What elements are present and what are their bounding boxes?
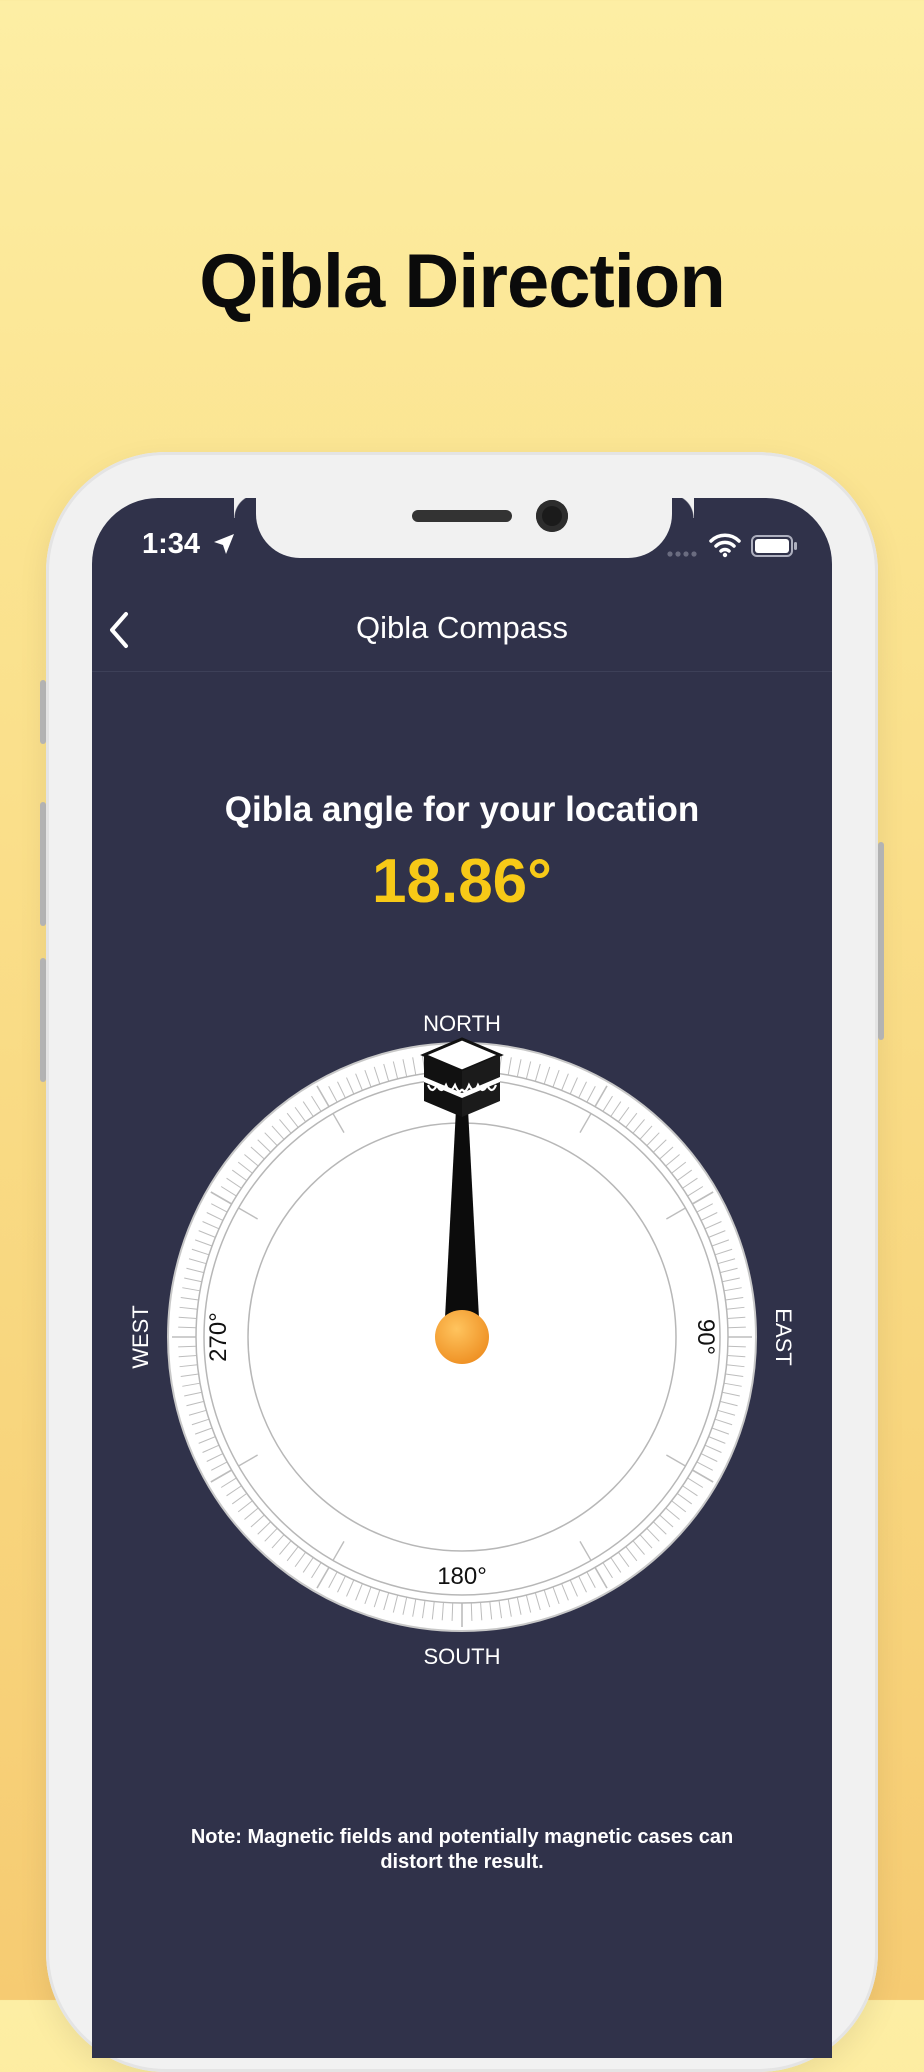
east-label: EAST [771, 1308, 796, 1365]
qibla-compass: NORTH SOUTH EAST WEST 0 90° 180° 270° [128, 1011, 796, 1669]
battery-icon [751, 535, 797, 557]
compass-tick [178, 1326, 197, 1329]
front-camera [536, 500, 568, 532]
degree-270-label: 270° [205, 1312, 232, 1362]
north-label: NORTH [423, 1011, 501, 1036]
cellular-signal-icon [667, 551, 697, 557]
qibla-angle-label: Qibla angle for your location [224, 790, 700, 829]
west-label: WEST [128, 1305, 153, 1369]
south-label: SOUTH [424, 1644, 501, 1669]
wifi-icon [709, 533, 741, 558]
earpiece-speaker [412, 510, 512, 522]
phone-notch [256, 494, 694, 558]
needle-hub [435, 1310, 489, 1364]
location-arrow-icon [214, 534, 234, 554]
degree-180-label: 180° [437, 1563, 487, 1590]
compass-tick [727, 1345, 746, 1348]
compass-tick [451, 1602, 454, 1621]
compass-tick [470, 1602, 473, 1621]
page-headline: Qibla Direction [199, 239, 726, 324]
nav-title: Qibla Compass [356, 610, 568, 645]
degree-90-label: 90° [692, 1319, 719, 1355]
kaaba-icon [420, 1037, 504, 1117]
qibla-angle-value: 18.86° [372, 847, 552, 916]
magnetic-note: Note: Magnetic fields and potentially ma… [190, 1826, 734, 1873]
nav-divider [92, 671, 832, 672]
status-time: 1:34 [142, 528, 201, 560]
compass-tick [727, 1326, 746, 1329]
compass-tick [178, 1345, 197, 1348]
